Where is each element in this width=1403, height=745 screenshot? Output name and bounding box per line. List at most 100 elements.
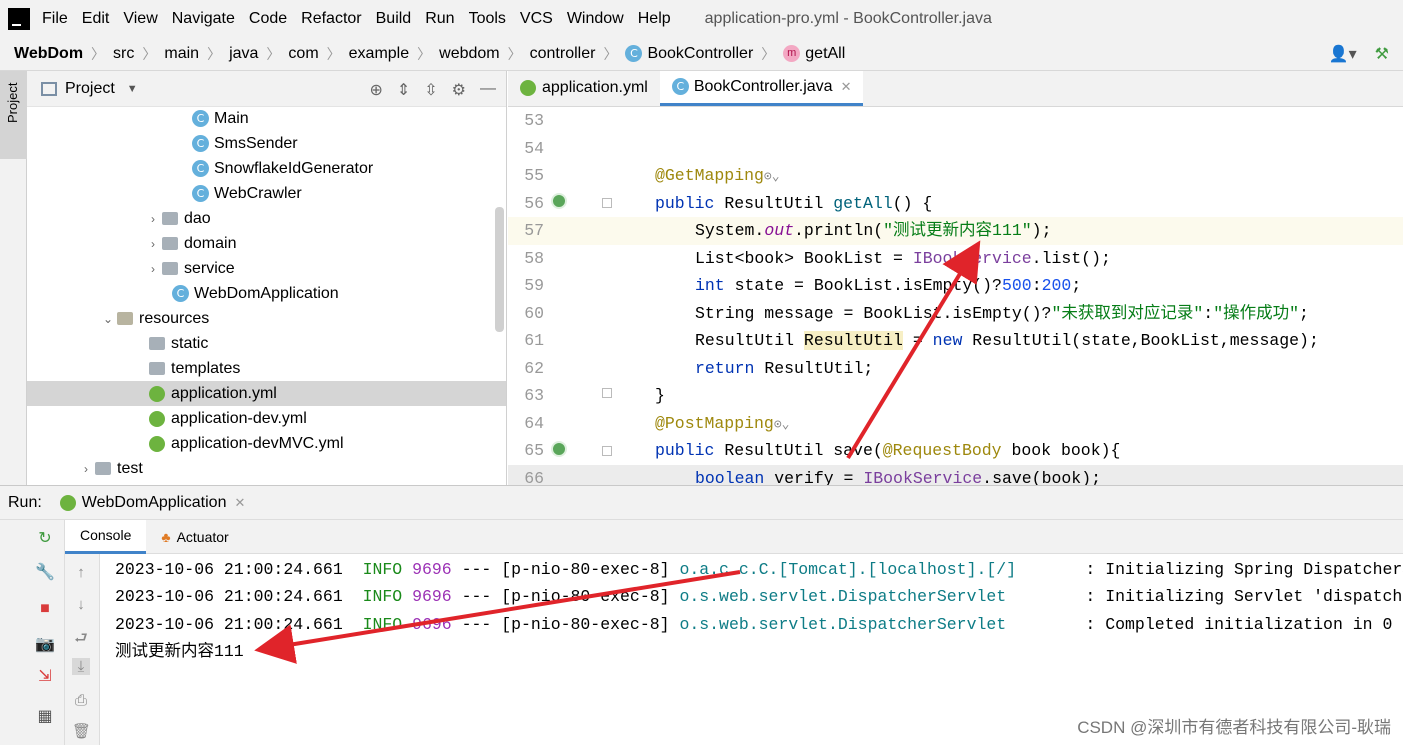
tree-item[interactable]: C WebDomApplication — [27, 281, 506, 306]
tree-item-selected[interactable]: application.yml — [27, 381, 506, 406]
run-config-tab[interactable]: WebDomApplication — [82, 494, 227, 512]
menu-view[interactable]: View — [123, 10, 157, 28]
code-line[interactable]: 65 public ResultUtil save(@RequestBody bo… — [508, 437, 1403, 465]
menu-navigate[interactable]: Navigate — [172, 10, 235, 28]
project-title[interactable]: Project — [65, 80, 115, 98]
build-hammer-icon[interactable]: ⚒ — [1375, 44, 1389, 64]
spring-bean-gutter-icon[interactable] — [551, 441, 567, 457]
menu-tools[interactable]: Tools — [469, 10, 506, 28]
tab-console[interactable]: Console — [65, 519, 147, 554]
chevron-right-icon[interactable]: › — [77, 462, 95, 476]
project-tool-tab[interactable]: Project — [0, 71, 27, 159]
chevron-down-icon[interactable]: ▼ — [127, 83, 138, 95]
chevron-right-icon[interactable]: › — [144, 237, 162, 251]
tree-item[interactable]: › dao — [27, 206, 506, 231]
tab-actuator[interactable]: ♣ Actuator — [146, 520, 243, 554]
tree-item[interactable]: C SmsSender — [27, 131, 506, 156]
code-line[interactable]: 60 String message = BookList.isEmpty()?"未… — [508, 300, 1403, 328]
layout-icon[interactable]: ▦ — [34, 706, 56, 726]
breadcrumb-method[interactable]: m getAll — [783, 45, 845, 63]
tree-item[interactable]: C Main — [27, 106, 506, 131]
code-line[interactable]: 56 public ResultUtil getAll() { — [508, 190, 1403, 218]
trash-icon[interactable]: 🗑 — [72, 722, 91, 740]
code-line[interactable]: 62 return ResultUtil; — [508, 355, 1403, 383]
project-header: Project ▼ ⊕ ⇕ ⇳ ⚙ — — [27, 71, 506, 107]
code-line[interactable]: 55 @GetMapping⊙⌄ — [508, 162, 1403, 190]
code-line[interactable]: 61 ResultUtil ResultUtil = new ResultUtil… — [508, 327, 1403, 355]
minimize-icon[interactable]: — — [480, 80, 496, 100]
menu-refactor[interactable]: Refactor — [301, 10, 361, 28]
close-icon[interactable]: ✕ — [234, 495, 245, 511]
chevron-right-icon[interactable]: › — [144, 212, 162, 226]
intellij-logo-icon — [8, 7, 30, 30]
camera-icon[interactable]: 📷 — [34, 634, 56, 654]
close-icon[interactable]: ✕ — [841, 79, 852, 95]
tree-item[interactable]: static — [27, 331, 506, 356]
rerun-icon[interactable]: ↻ — [34, 528, 56, 548]
spring-yml-icon — [149, 385, 165, 402]
breadcrumb-item[interactable]: controller — [530, 45, 596, 63]
code-line[interactable]: 53 — [508, 107, 1403, 135]
code-line[interactable]: 64 @PostMapping⊙⌄ — [508, 410, 1403, 438]
menu-help[interactable]: Help — [638, 10, 671, 28]
code-line-current[interactable]: 57 System.out.println("测试更新内容111"); — [508, 217, 1403, 245]
menu-build[interactable]: Build — [376, 10, 412, 28]
breadcrumb-class[interactable]: C BookController — [625, 45, 753, 63]
code-line[interactable]: 66 boolean verify = IBookService.save(boo… — [508, 464, 1403, 485]
code-line[interactable]: 54 — [508, 135, 1403, 163]
tab-book-controller[interactable]: C BookController.java ✕ — [659, 71, 864, 106]
exit-icon[interactable]: ⇲ — [34, 666, 56, 686]
tree-item[interactable]: C SnowflakeIdGenerator — [27, 156, 506, 181]
tree-item[interactable]: › domain — [27, 231, 506, 256]
breadcrumb-item[interactable]: java — [229, 45, 258, 63]
wrench-icon[interactable]: 🔧 — [34, 562, 56, 582]
breadcrumb-item[interactable]: example — [349, 45, 409, 63]
chevron-down-icon[interactable]: ⌄ — [99, 312, 117, 326]
menu-run[interactable]: Run — [425, 10, 454, 28]
tree-item[interactable]: C WebCrawler — [27, 181, 506, 206]
soft-wrap-icon[interactable]: ⮐ — [72, 628, 90, 653]
breadcrumb-item[interactable]: webdom — [439, 45, 499, 63]
tree-item[interactable]: application-dev.yml — [27, 406, 506, 431]
expand-all-icon[interactable]: ⇕ — [397, 80, 410, 100]
breadcrumb-item[interactable]: src — [113, 45, 134, 63]
spring-bean-gutter-icon[interactable] — [551, 193, 567, 209]
gear-icon[interactable]: ⚙ — [452, 80, 466, 100]
tab-application-yml[interactable]: application.yml — [508, 71, 660, 106]
code-line[interactable]: 58 List<book> BookList = IBookService.lis… — [508, 245, 1403, 273]
menu-edit[interactable]: Edit — [82, 10, 110, 28]
menu-vcs[interactable]: VCS — [520, 10, 553, 28]
tree-item[interactable]: application-devMVC.yml — [27, 431, 506, 456]
code-line[interactable]: 63} — [508, 382, 1403, 410]
fold-icon[interactable] — [602, 388, 612, 398]
spring-run-icon — [59, 494, 76, 511]
tree-item[interactable]: › service — [27, 256, 506, 281]
locate-icon[interactable]: ⊕ — [369, 80, 382, 100]
code-line[interactable]: 59 int state = BookList.isEmpty()?500:200… — [508, 272, 1403, 300]
menu-file[interactable]: File — [42, 10, 68, 28]
breadcrumb-item[interactable]: main — [164, 45, 199, 63]
print-icon[interactable]: ⎙ — [72, 692, 90, 709]
stop-icon[interactable]: ■ — [34, 600, 56, 618]
menu-window[interactable]: Window — [567, 10, 624, 28]
fold-icon[interactable] — [602, 446, 612, 456]
project-scrollbar[interactable] — [495, 207, 504, 332]
tree-item[interactable]: templates — [27, 356, 506, 381]
fold-icon[interactable] — [602, 198, 612, 208]
collapse-all-icon[interactable]: ⇳ — [424, 80, 437, 100]
breadcrumb-item[interactable]: WebDom — [14, 45, 83, 63]
chevron-right-icon[interactable]: › — [144, 262, 162, 276]
down-arrow-icon[interactable]: ↓ — [72, 596, 90, 613]
scroll-to-end-icon[interactable]: ⤓ — [72, 658, 90, 675]
log-line: 2023-10-06 21:00:24.661 INFO 9696 --- [p… — [115, 560, 1403, 579]
tree-item[interactable]: › test — [27, 456, 506, 481]
up-arrow-icon[interactable]: ↑ — [72, 564, 90, 581]
class-icon: C — [192, 135, 209, 152]
class-icon: C — [192, 160, 209, 177]
tree-item[interactable]: ⌄ resources — [27, 306, 506, 331]
menu-code[interactable]: Code — [249, 10, 287, 28]
spring-app-class-icon: C — [172, 285, 189, 302]
breadcrumb-item[interactable]: com — [288, 45, 318, 63]
user-icon[interactable]: 👤▾ — [1329, 44, 1357, 64]
folder-icon — [162, 237, 178, 250]
